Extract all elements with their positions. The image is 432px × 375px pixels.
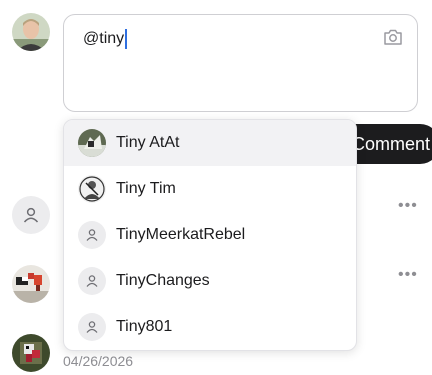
comment-input[interactable]: @tiny [63,14,418,112]
comment-input-text: @tiny [83,28,128,50]
mention-option[interactable]: Tiny801 [64,304,356,350]
comment-page: @tiny Comment ••• ••• 04/26/2026 Tiny At… [0,0,432,375]
comment-date: 04/26/2026 [63,353,134,369]
more-horizontal-icon[interactable]: ••• [398,267,418,283]
mention-option[interactable]: TinyMeerkatRebel [64,212,356,258]
text-caret [125,29,128,49]
mention-name: Tiny Tim [116,180,176,197]
mention-option[interactable]: Tiny Tim [64,166,356,212]
mention-suggestions-dropdown: Tiny AtAt Tiny Tim TinyMeerkatRebel Tiny… [63,119,357,351]
user-icon [78,221,106,249]
mention-option[interactable]: TinyChanges [64,258,356,304]
pixel-art-avatar [12,265,50,303]
generic-user-avatar [12,196,50,234]
comment-input-value: @tiny [83,30,125,47]
mention-name: Tiny801 [116,318,173,335]
mention-avatar [78,129,106,157]
more-horizontal-icon[interactable]: ••• [398,198,418,214]
pixel-art-avatar [12,334,50,372]
mention-name: TinyMeerkatRebel [116,226,246,243]
user-icon [23,207,39,223]
mention-name: TinyChanges [116,272,210,289]
camera-icon[interactable] [383,28,403,51]
mention-option[interactable]: Tiny AtAt [64,120,356,166]
user-icon [78,313,106,341]
mention-name: Tiny AtAt [116,134,180,151]
current-user-avatar [12,13,50,51]
mention-avatar [78,175,106,203]
user-icon [78,267,106,295]
